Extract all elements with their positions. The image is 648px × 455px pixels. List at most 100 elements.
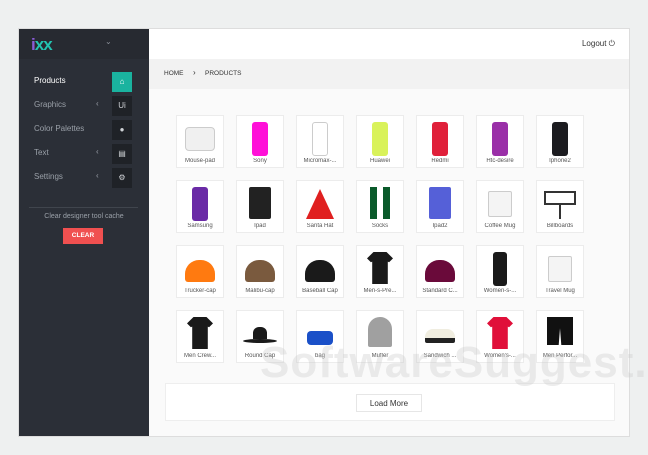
product-name: Ipad2 <box>432 223 448 229</box>
product-image <box>429 187 451 219</box>
product-tile[interactable]: Trucker-cap <box>176 245 224 298</box>
chevron-right-icon: › <box>193 68 196 77</box>
product-name: Malibu-cap <box>245 288 275 294</box>
product-name: Men Crew... <box>183 353 216 359</box>
product-image <box>432 122 448 156</box>
product-image <box>370 187 390 219</box>
sidebar-item-label: Text <box>34 148 49 157</box>
chevron-left-icon: ‹ <box>96 99 99 108</box>
cache-text: Clear designer tool cache <box>44 213 124 220</box>
product-name: Standard C... <box>422 288 458 294</box>
home-icon: ⌂ <box>112 72 132 92</box>
product-image <box>488 187 512 217</box>
clear-button[interactable]: CLEAR <box>63 228 103 244</box>
product-name: Micromax-... <box>303 158 337 164</box>
breadcrumb-current: PRODUCTS <box>205 70 242 77</box>
power-icon: ⏻ <box>608 39 615 48</box>
product-name: Htc-desire <box>486 158 514 164</box>
product-tile[interactable]: Socks <box>356 180 404 233</box>
product-tile[interactable]: Women-s-... <box>476 245 524 298</box>
product-name: Travel Mug <box>545 288 575 294</box>
product-name: Billboards <box>546 223 574 229</box>
product-image <box>252 122 268 156</box>
product-image <box>425 252 455 282</box>
product-tile[interactable]: Iphone2 <box>536 115 584 168</box>
product-tile[interactable]: Travel Mug <box>536 245 584 298</box>
product-image <box>245 252 275 282</box>
product-tile[interactable]: Huawei <box>356 115 404 168</box>
product-tile[interactable]: Billboards <box>536 180 584 233</box>
sidebar-item-graphics[interactable]: Graphics ‹ Ui <box>19 96 149 116</box>
sidebar-item-label: Graphics <box>34 100 67 109</box>
sidebar-item-settings[interactable]: Settings ‹ ⚙ <box>19 168 149 188</box>
load-more-button[interactable]: Load More <box>356 394 422 412</box>
product-name: Socks <box>371 223 389 229</box>
product-name: Samsung <box>187 223 213 229</box>
breadcrumb: HOME › PRODUCTS <box>149 59 629 89</box>
watermark: SoftwareSuggest.com <box>260 338 648 387</box>
header: Logout ⏻ <box>149 29 629 59</box>
product-image <box>493 252 507 286</box>
product-image <box>305 252 335 282</box>
logo[interactable]: ixx <box>31 35 53 55</box>
product-name: Coffee Mug <box>484 223 516 229</box>
product-tile[interactable]: Coffee Mug <box>476 180 524 233</box>
gear-icon: ⚙ <box>112 168 132 188</box>
product-image <box>249 187 271 219</box>
breadcrumb-home[interactable]: HOME <box>164 70 184 77</box>
product-image <box>192 187 208 221</box>
product-image <box>548 252 572 282</box>
product-tile[interactable]: Micromax-... <box>296 115 344 168</box>
product-tile[interactable]: Men-s-Pre... <box>356 245 404 298</box>
chevron-left-icon: ‹ <box>96 147 99 156</box>
product-tile[interactable]: Baseball Cap <box>296 245 344 298</box>
sidebar: ixx ⌄ Products ⌂ Graphics ‹ Ui Color Palettes… <box>19 29 149 436</box>
sidebar-item-label: Products <box>34 76 66 85</box>
sidebar-item-label: Color Palettes <box>34 124 85 133</box>
product-image <box>367 252 393 284</box>
product-image <box>185 122 215 151</box>
product-image <box>492 122 508 156</box>
product-tile[interactable]: Redmi <box>416 115 464 168</box>
product-name: Santa Hat <box>306 223 334 229</box>
product-tile[interactable]: Men Crew... <box>176 310 224 363</box>
divider <box>29 207 138 208</box>
document-icon: ▤ <box>112 144 132 164</box>
load-more-panel: Load More <box>165 383 615 421</box>
product-name: Women-s-... <box>483 288 517 294</box>
product-tile[interactable]: Ipad <box>236 180 284 233</box>
product-name: Huawei <box>369 158 390 164</box>
product-name: Baseball Cap <box>302 288 338 294</box>
product-tile[interactable]: Mouse-pad <box>176 115 224 168</box>
product-tile[interactable]: Santa Hat <box>296 180 344 233</box>
product-tile[interactable]: Sony <box>236 115 284 168</box>
product-image <box>312 122 328 156</box>
product-image <box>187 317 213 349</box>
product-tile[interactable]: Htc-desire <box>476 115 524 168</box>
drop-icon: ● <box>112 120 132 140</box>
sidebar-item-products[interactable]: Products ⌂ <box>19 72 149 92</box>
logout-label: Logout <box>581 39 607 48</box>
product-name: Redmi <box>431 158 449 164</box>
logout-button[interactable]: Logout ⏻ <box>582 39 615 49</box>
product-tile[interactable]: Samsung <box>176 180 224 233</box>
product-name: Trucker-cap <box>184 288 216 294</box>
sidebar-item-text[interactable]: Text ‹ ▤ <box>19 144 149 164</box>
product-name: Sony <box>253 158 267 164</box>
product-name: Ipad <box>254 223 266 229</box>
logo-bar: ixx ⌄ <box>19 29 149 59</box>
product-image <box>185 252 215 282</box>
product-name: Mouse-pad <box>184 158 216 164</box>
product-image <box>544 187 576 219</box>
product-image <box>372 122 388 156</box>
product-tile[interactable]: Malibu-cap <box>236 245 284 298</box>
product-image <box>552 122 568 156</box>
chevron-down-icon[interactable]: ⌄ <box>105 37 112 46</box>
chevron-left-icon: ‹ <box>96 171 99 180</box>
product-tile[interactable]: Standard C... <box>416 245 464 298</box>
product-tile[interactable]: Ipad2 <box>416 180 464 233</box>
product-name: Men-s-Pre... <box>363 288 397 294</box>
ui-icon: Ui <box>112 96 132 116</box>
sidebar-item-color-palettes[interactable]: Color Palettes ● <box>19 120 149 140</box>
product-image <box>306 187 334 219</box>
